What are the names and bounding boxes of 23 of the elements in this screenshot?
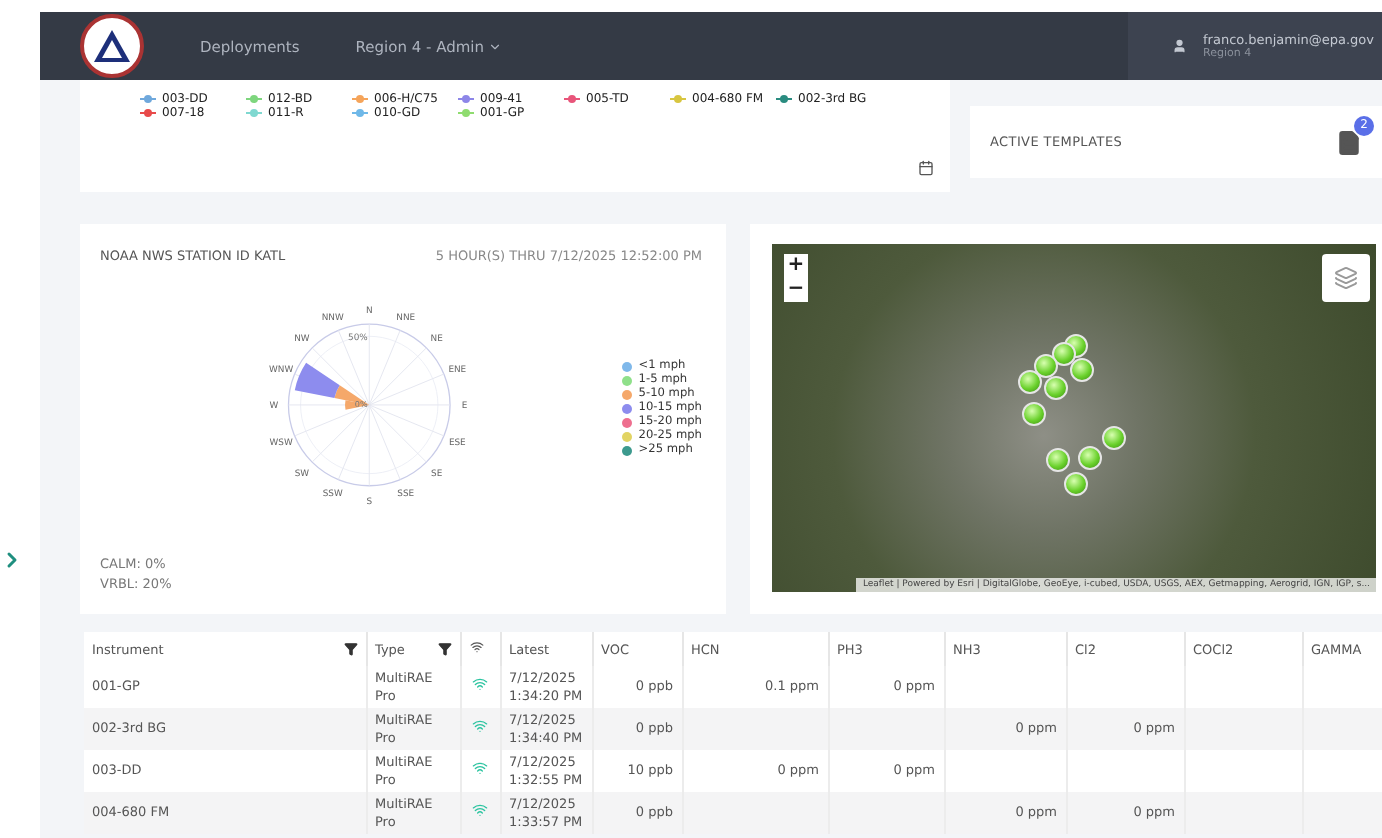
layers-icon	[1334, 266, 1358, 290]
document-icon[interactable]	[1336, 129, 1362, 155]
map-marker[interactable]	[1022, 402, 1046, 426]
user-icon[interactable]	[1172, 36, 1188, 56]
wifi-icon	[472, 802, 488, 819]
wifi-icon	[472, 760, 488, 777]
filter-icon[interactable]	[437, 642, 451, 656]
map-marker[interactable]	[1046, 448, 1070, 472]
map-marker[interactable]	[1078, 446, 1102, 470]
layers-button[interactable]	[1322, 254, 1370, 302]
map-marker[interactable]	[1070, 358, 1094, 382]
filter-icon[interactable]	[343, 642, 357, 656]
wifi-icon	[472, 676, 488, 693]
map-marker[interactable]	[1044, 376, 1068, 400]
wifi-icon	[472, 718, 488, 735]
map-marker[interactable]	[1102, 426, 1126, 450]
map-marker[interactable]	[1034, 354, 1058, 378]
map-marker[interactable]	[1064, 472, 1088, 496]
calendar-icon[interactable]	[918, 160, 934, 176]
caret-icon	[488, 39, 503, 53]
signal-icon	[469, 640, 483, 654]
logo-icon[interactable]	[80, 14, 144, 78]
map-marker[interactable]	[1018, 370, 1042, 394]
